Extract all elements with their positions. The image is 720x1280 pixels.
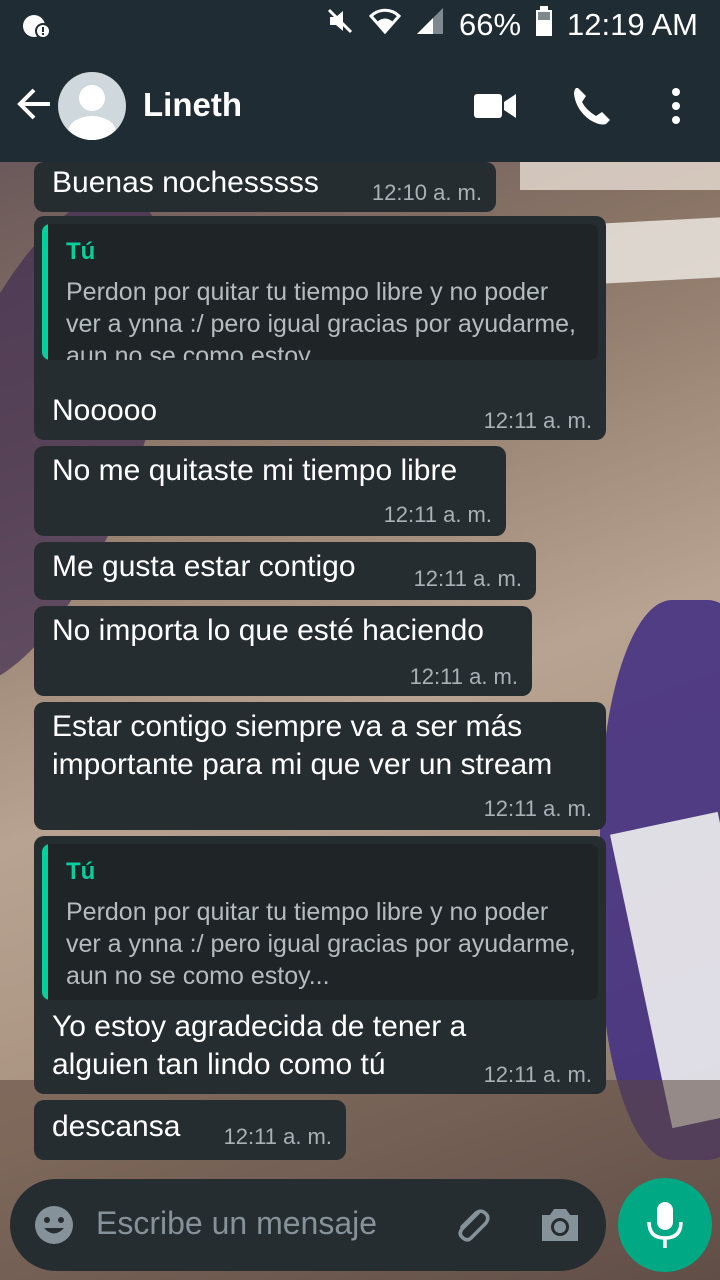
contact-name[interactable]: Lineth [143,86,242,124]
message-text: No me quitaste mi tiempo libre [52,454,458,487]
mic-button[interactable] [618,1178,712,1272]
camera-icon[interactable] [536,1201,584,1249]
message-bubble[interactable]: Tú Perdon por quitar tu tiempo libre y n… [34,216,606,440]
battery-percent: 66% [458,7,522,42]
emoji-icon[interactable] [32,1203,76,1247]
mute-icon [325,6,355,44]
message-time: 12:11 a. m. [413,566,522,591]
quote-author: Tú [66,858,96,885]
message-bubble[interactable]: No importa lo que esté haciendo 12:11 a.… [34,606,532,696]
message-time: 12:11 a. m. [483,408,592,433]
message-bubble[interactable]: Me gusta estar contigo 12:11 a. m. [34,542,536,600]
signal-icon [415,6,445,44]
message-time: 12:11 a. m. [383,502,492,527]
quote-author: Tú [66,238,96,265]
message-composer: Escribe un mensaje [10,1179,606,1271]
video-call-icon[interactable] [466,78,522,134]
quote-text: Perdon por quitar tu tiempo libre y no p… [66,278,576,360]
message-input[interactable]: Escribe un mensaje [96,1205,377,1242]
clock: 12:19 AM [567,7,698,42]
notification-icon [22,12,52,45]
status-bar: 66% 12:19 AM [0,0,720,50]
chat-header: Lineth [0,50,720,162]
message-text: Me gusta estar contigo [52,550,356,583]
message-time: 12:11 a. m. [483,796,592,821]
message-text: Buenas nochesssss [52,166,319,199]
message-list: Buenas nochesssss 12:10 a. m. Tú Perdon … [0,162,720,1172]
more-vert-icon[interactable] [648,78,704,134]
mic-icon [647,1202,683,1248]
battery-icon [535,6,553,44]
message-bubble[interactable]: Estar contigo siempre va a ser más impor… [34,702,606,830]
quoted-message[interactable]: Tú Perdon por quitar tu tiempo libre y n… [42,224,598,360]
wifi-icon [368,6,402,44]
message-text: Nooooo [52,394,158,427]
attach-icon[interactable] [448,1201,496,1249]
message-text: Estar contigo siempre va a ser más impor… [52,710,553,781]
message-bubble[interactable]: descansa 12:11 a. m. [34,1100,346,1160]
avatar[interactable] [58,72,126,140]
message-time: 12:10 a. m. [371,180,482,205]
message-time: 12:11 a. m. [409,664,518,689]
phone-icon[interactable] [564,78,620,134]
message-text: descansa [52,1110,181,1143]
message-bubble[interactable]: Buenas nochesssss 12:10 a. m. [34,162,496,212]
quote-text: Perdon por quitar tu tiempo libre y no p… [66,898,576,990]
back-arrow-icon[interactable] [12,82,56,126]
message-text: No importa lo que esté haciendo [52,614,484,647]
message-bubble[interactable]: No me quitaste mi tiempo libre 12:11 a. … [34,446,506,536]
quoted-message[interactable]: Tú Perdon por quitar tu tiempo libre y n… [42,844,598,1000]
message-bubble[interactable]: Tú Perdon por quitar tu tiempo libre y n… [34,836,606,1094]
message-time: 12:11 a. m. [483,1062,592,1087]
message-text: Yo estoy agradecida de tener a alguien t… [52,1010,467,1081]
message-time: 12:11 a. m. [223,1124,332,1149]
